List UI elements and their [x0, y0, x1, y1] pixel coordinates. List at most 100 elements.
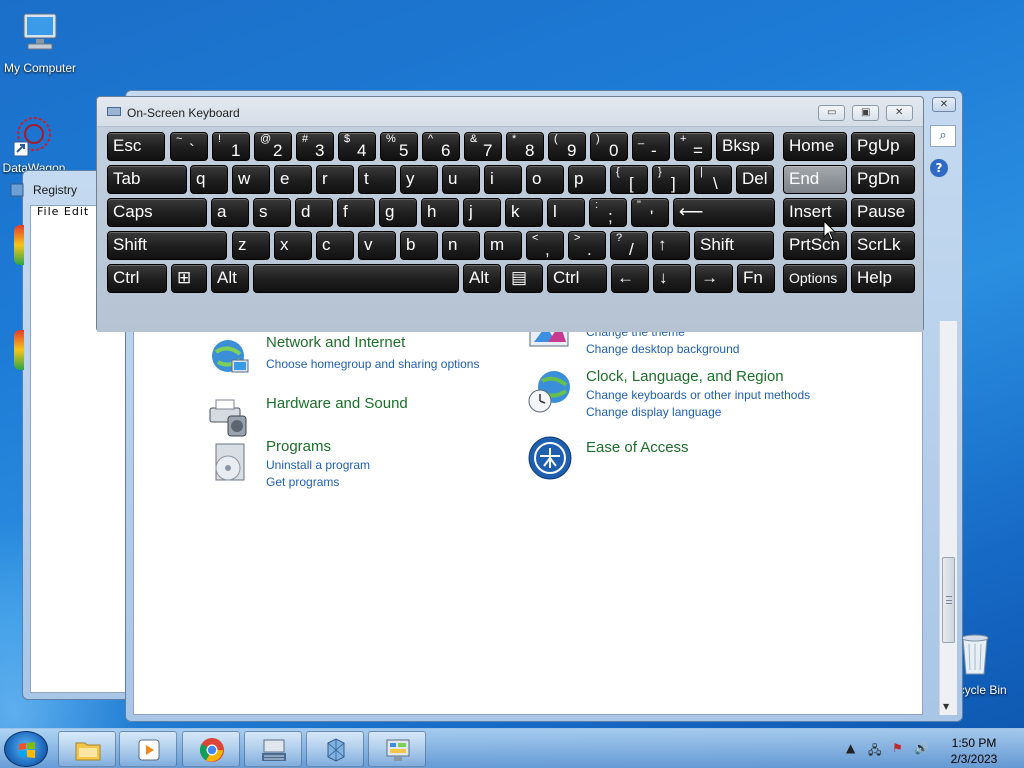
key-end[interactable]: End	[783, 165, 847, 194]
key-a[interactable]: a	[211, 198, 249, 227]
maximize-button[interactable]: ▣	[852, 105, 879, 121]
category-title[interactable]: Hardware and Sound	[266, 395, 408, 412]
key-alt[interactable]: Alt	[211, 264, 249, 293]
key-bksp[interactable]: Bksp	[716, 132, 774, 161]
key-pgup[interactable]: PgUp	[851, 132, 915, 161]
key-g[interactable]: g	[379, 198, 417, 227]
action-center-icon[interactable]: ⚑	[892, 741, 903, 755]
category-title[interactable]: Programs	[266, 438, 331, 455]
control-panel-close-button[interactable]: ✕	[932, 97, 956, 112]
key-insert[interactable]: Insert	[783, 198, 847, 227]
key-pause[interactable]: Pause	[851, 198, 915, 227]
key-fn[interactable]: Fn	[737, 264, 775, 293]
key-up[interactable]: ↑	[652, 231, 690, 260]
desktop-icon-my-computer[interactable]: My Computer	[0, 8, 80, 75]
network-icon[interactable]: 🖧	[868, 741, 881, 762]
key-7[interactable]: & 7	[464, 132, 502, 161]
partial-desktop-icon[interactable]	[14, 225, 24, 265]
scroll-down-arrow-icon[interactable]: ▼	[943, 702, 949, 711]
key-4[interactable]: $4	[338, 132, 376, 161]
key-n[interactable]: n	[442, 231, 480, 260]
key-i[interactable]: i	[484, 165, 522, 194]
key-symbol-1-13[interactable]: | \	[694, 165, 732, 194]
key-esc[interactable]: Esc	[107, 132, 165, 161]
key-help[interactable]: Help	[851, 264, 915, 293]
key-shift[interactable]: Shift	[107, 231, 227, 260]
key-space[interactable]	[253, 264, 459, 293]
key-windows[interactable]: ⊞	[171, 264, 207, 293]
osk-title-bar[interactable]: On-Screen Keyboard ▭ ▣ ✕	[97, 97, 923, 127]
key-w[interactable]: w	[232, 165, 270, 194]
key-tab[interactable]: Tab	[107, 165, 187, 194]
category-link[interactable]: Change desktop background	[586, 342, 739, 356]
key-del[interactable]: Del	[736, 165, 774, 194]
category-title[interactable]: Network and Internet	[266, 334, 405, 351]
key-symbol-0-1[interactable]: ~ `	[170, 132, 208, 161]
key-x[interactable]: x	[274, 231, 312, 260]
key-t[interactable]: t	[358, 165, 396, 194]
partial-desktop-icon[interactable]	[14, 330, 24, 370]
key-down[interactable]: ↓	[653, 264, 691, 293]
category-link[interactable]: Change display language	[586, 405, 721, 419]
volume-icon[interactable]: 🔊	[914, 741, 929, 755]
key-symbol-2-10[interactable]: :;	[589, 198, 627, 227]
key-d[interactable]: d	[295, 198, 333, 227]
key-symbol-3-8[interactable]: <,	[526, 231, 564, 260]
key-symbol-2-11[interactable]: " '	[631, 198, 669, 227]
key-c[interactable]: c	[316, 231, 354, 260]
key-8[interactable]: * 8	[506, 132, 544, 161]
key-symbol-3-10[interactable]: ? /	[610, 231, 648, 260]
key-0[interactable]: ) 0	[590, 132, 628, 161]
category-link[interactable]: Get programs	[266, 475, 339, 489]
key-z[interactable]: z	[232, 231, 270, 260]
control-panel-scrollbar[interactable]: ▼	[939, 321, 957, 715]
category-title[interactable]: Clock, Language, and Region	[586, 368, 784, 385]
show-hidden-icons-icon[interactable]: ▲	[846, 741, 855, 755]
taskbar-control-panel-button[interactable]	[368, 731, 426, 767]
start-button[interactable]	[4, 731, 48, 767]
category-link[interactable]: Choose homegroup and sharing options	[266, 357, 479, 371]
key-options[interactable]: Options	[783, 264, 847, 293]
key-shift[interactable]: Shift	[694, 231, 774, 260]
search-icon[interactable]: ⌕	[930, 125, 956, 147]
key-symbol-3-9[interactable]: >.	[568, 231, 606, 260]
key-6[interactable]: ^ 6	[422, 132, 460, 161]
close-button[interactable]: ✕	[886, 105, 913, 121]
key-r[interactable]: r	[316, 165, 354, 194]
key-s[interactable]: s	[253, 198, 291, 227]
system-clock[interactable]: 1:50 PM 2/3/2023	[936, 735, 1012, 767]
key-pgdn[interactable]: PgDn	[851, 165, 915, 194]
key-menu[interactable]: ▤	[505, 264, 543, 293]
key-5[interactable]: % 5	[380, 132, 418, 161]
key-o[interactable]: o	[526, 165, 564, 194]
key-j[interactable]: j	[463, 198, 501, 227]
key-scrlk[interactable]: ScrLk	[851, 231, 915, 260]
key-e[interactable]: e	[274, 165, 312, 194]
key-2[interactable]: @2	[254, 132, 292, 161]
registry-menu-bar[interactable]: File Edit	[37, 205, 89, 218]
key-q[interactable]: q	[190, 165, 228, 194]
key-b[interactable]: b	[400, 231, 438, 260]
taskbar-osk-button[interactable]	[244, 731, 302, 767]
minimize-button[interactable]: ▭	[818, 105, 845, 121]
category-link[interactable]: Uninstall a program	[266, 458, 370, 472]
key-caps[interactable]: Caps	[107, 198, 207, 227]
key-3[interactable]: #3	[296, 132, 334, 161]
key-p[interactable]: p	[568, 165, 606, 194]
key-v[interactable]: v	[358, 231, 396, 260]
key-enter[interactable]: ⟵	[673, 198, 775, 227]
key-alt[interactable]: Alt	[463, 264, 501, 293]
key-k[interactable]: k	[505, 198, 543, 227]
category-link[interactable]: Change keyboards or other input methods	[586, 388, 810, 402]
category-title[interactable]: Ease of Access	[586, 439, 689, 456]
key-prtscn[interactable]: PrtScn	[783, 231, 847, 260]
key-9[interactable]: (9	[548, 132, 586, 161]
key-home[interactable]: Home	[783, 132, 847, 161]
key-symbol-0-13[interactable]: + =	[674, 132, 712, 161]
key-right[interactable]: →	[695, 264, 733, 293]
key-l[interactable]: l	[547, 198, 585, 227]
key-symbol-1-11[interactable]: {[	[610, 165, 648, 194]
scrollbar-thumb[interactable]	[942, 557, 955, 643]
key-f[interactable]: f	[337, 198, 375, 227]
taskbar-explorer-button[interactable]	[58, 731, 116, 767]
